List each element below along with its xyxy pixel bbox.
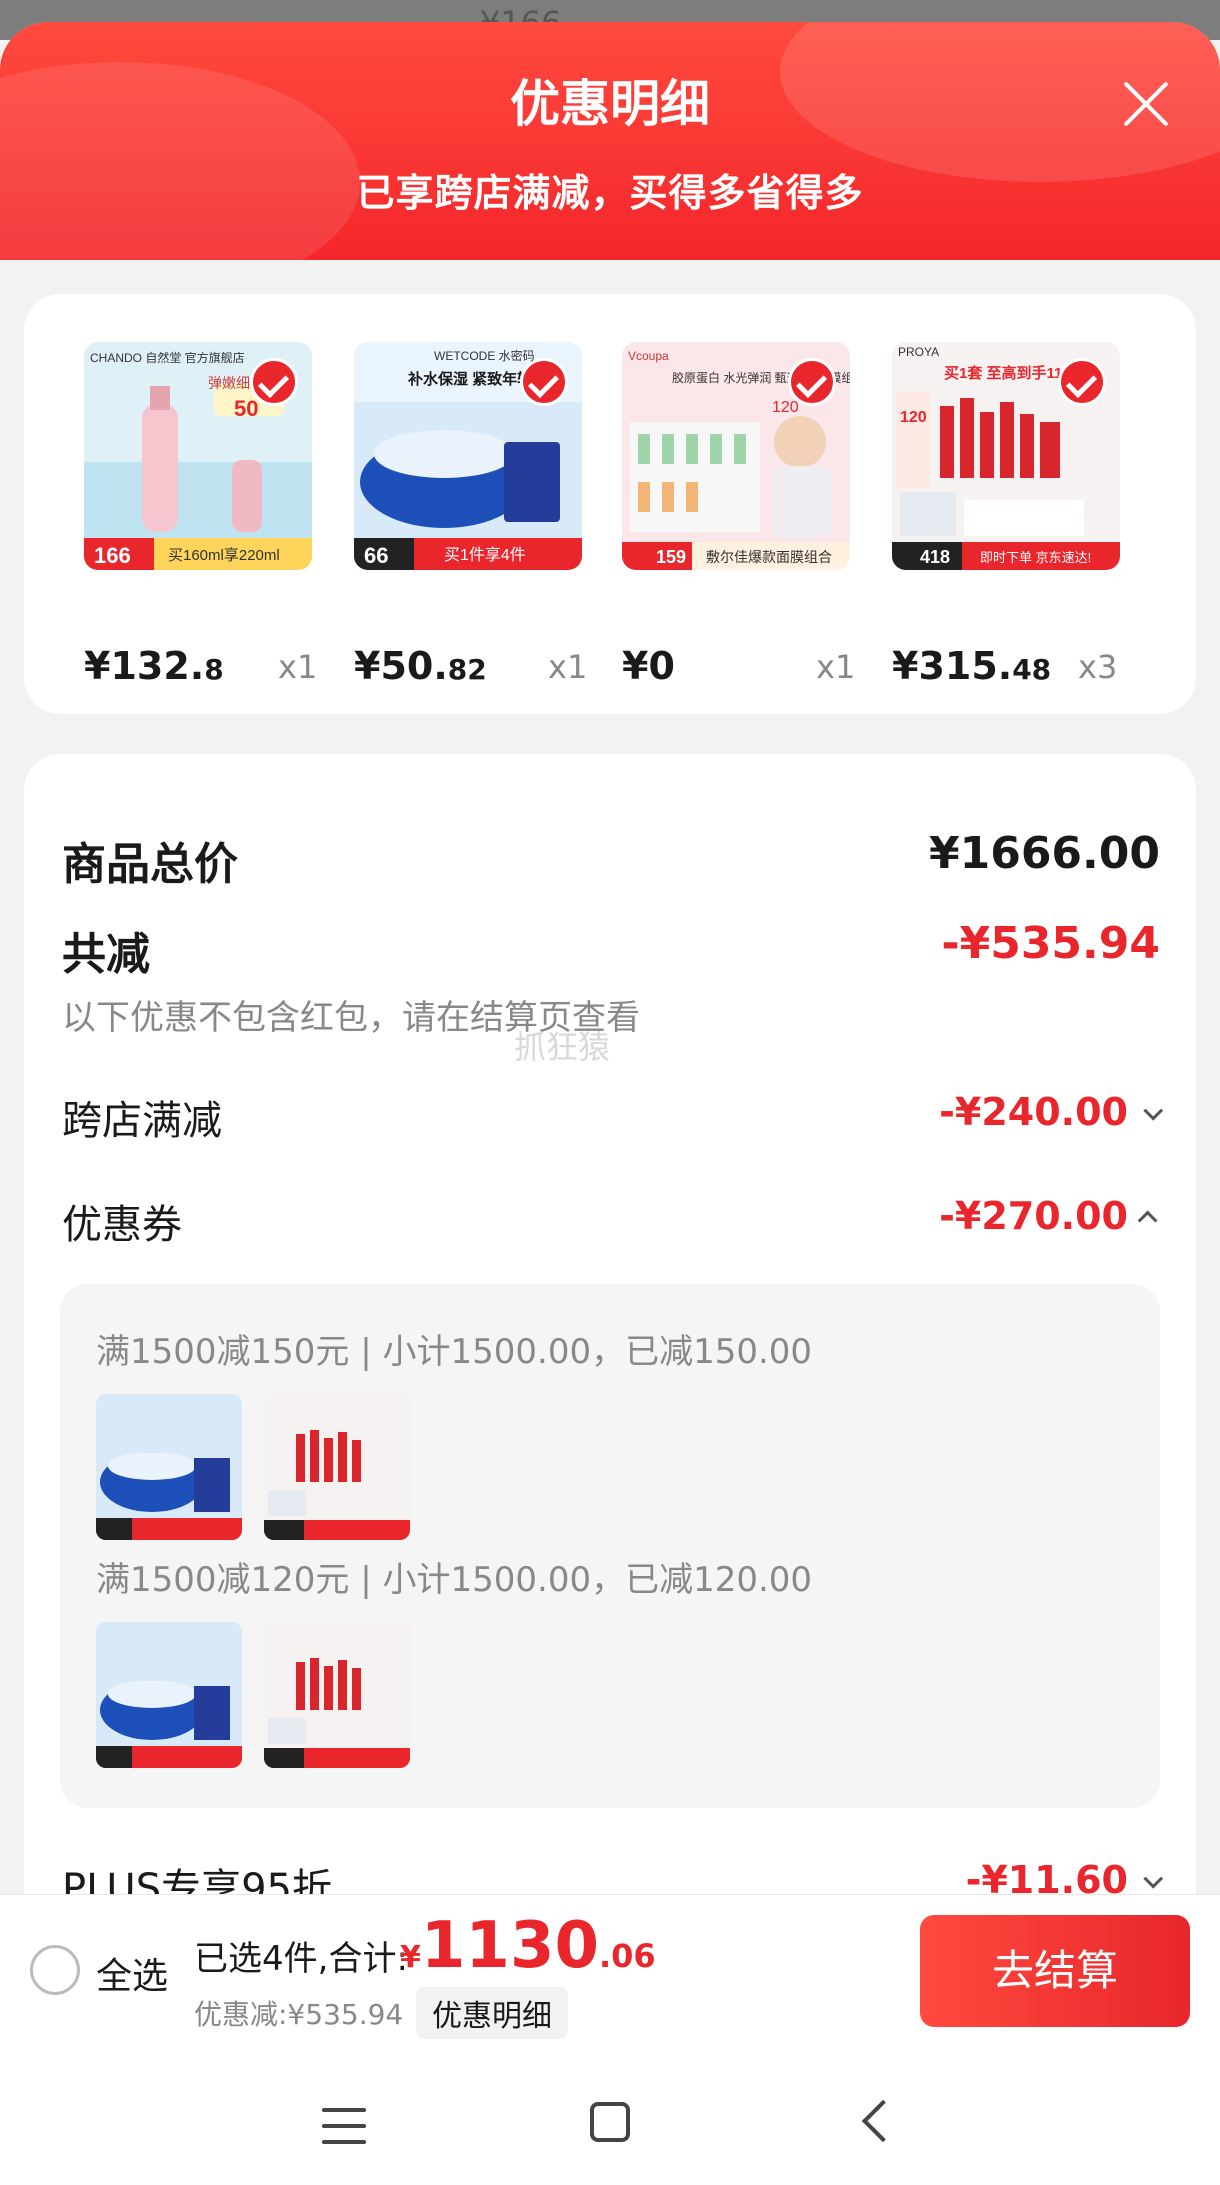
price-main: ¥0 xyxy=(622,644,675,688)
product-qty: x1 xyxy=(816,648,856,686)
product-badge-text: 敷尔佳爆款面膜组合 xyxy=(706,549,832,565)
check-icon[interactable] xyxy=(520,358,568,406)
chevron-down-icon[interactable] xyxy=(1143,1100,1164,1121)
product-brand: WETCODE 水密码 xyxy=(434,348,535,363)
product-chip: 120 xyxy=(772,399,799,416)
price-decimal: 8 xyxy=(204,653,224,686)
product-badge: 66 xyxy=(364,543,388,568)
discount-detail-sheet: 优惠明细 已享跨店满减，买得多省得多 CHANDO 自然堂 官方旗舰店 弹嫩细致… xyxy=(0,22,1220,2185)
cross-store-label[interactable]: 跨店满减 xyxy=(62,1088,222,1146)
product-chip: 50 xyxy=(234,396,258,421)
product-badge: 159 xyxy=(656,547,686,567)
coupon-product-thumbnail xyxy=(264,1394,410,1540)
total-price-value: ¥1666.00 xyxy=(928,828,1160,879)
coupon-label[interactable]: 优惠券 xyxy=(62,1192,182,1250)
coupon-product-thumbnail xyxy=(96,1622,242,1768)
discount-detail-button[interactable]: 优惠明细 xyxy=(416,1987,568,2039)
close-icon[interactable] xyxy=(1120,78,1172,130)
select-all-radio[interactable] xyxy=(30,1945,80,1995)
product-qty: x3 xyxy=(1078,648,1118,686)
product-badge-text: 买1件享4件 xyxy=(444,546,526,564)
price-decimal: 48 xyxy=(1012,653,1052,686)
product-brand: PROYA xyxy=(898,345,939,359)
price-decimal: 82 xyxy=(447,653,487,686)
check-icon[interactable] xyxy=(1058,358,1106,406)
check-icon[interactable] xyxy=(250,358,298,406)
coupon-product-thumbnail xyxy=(264,1622,410,1768)
product-thumbnail[interactable]: CHANDO 自然堂 官方旗舰店 弹嫩细致 50 166 买160ml享220m… xyxy=(84,342,312,570)
product-price: ¥0 xyxy=(622,644,675,688)
discount-summary-card: 商品总价 ¥1666.00 共减 -¥535.94 以下优惠不包含红包，请在结算… xyxy=(24,754,1196,2054)
checkout-button[interactable]: 去结算 xyxy=(920,1915,1190,2027)
total-price-label: 商品总价 xyxy=(62,839,238,890)
cross-store-value: -¥240.00 xyxy=(939,1090,1128,1134)
price-main: ¥315. xyxy=(892,644,1013,688)
product-badge: 166 xyxy=(94,543,131,568)
product-thumbnail[interactable]: WETCODE 水密码 补水保湿 紧致年轻 66 买1件享4件 xyxy=(354,342,582,570)
coupon-detail-panel: 满1500减150元 | 小计1500.00，已减150.00 满1500减12… xyxy=(60,1284,1160,1808)
watermark: 抓狂猿 xyxy=(514,1028,611,1066)
total-reduce-label: 共减 xyxy=(62,929,150,980)
coupon-value: -¥270.00 xyxy=(939,1194,1128,1238)
product-qty: x1 xyxy=(278,648,318,686)
coupon-rule: 满1500减150元 | 小计1500.00，已减150.00 xyxy=(96,1332,813,1372)
sheet-header: 优惠明细 已享跨店满减，买得多省得多 xyxy=(0,22,1220,260)
product-badge: 418 xyxy=(920,547,950,567)
product-qty: x1 xyxy=(548,648,588,686)
selected-count: 已选4件,合计: xyxy=(194,1939,408,1979)
product-list-card: CHANDO 自然堂 官方旗舰店 弹嫩细致 50 166 买160ml享220m… xyxy=(24,294,1196,714)
home-icon[interactable] xyxy=(590,2102,630,2142)
sheet-subtitle: 已享跨店满减，买得多省得多 xyxy=(356,171,864,215)
product-thumbnail[interactable]: PROYA 买1套 至高到手11件 120 418 即时下单 京东速达! xyxy=(892,342,1120,570)
product-chip: 120 xyxy=(900,409,927,426)
menu-icon[interactable] xyxy=(322,2108,366,2144)
back-icon[interactable] xyxy=(861,2099,905,2143)
product-tagline: 补水保湿 紧致年轻 xyxy=(407,370,532,388)
coupon-row[interactable]: -¥270.00 xyxy=(939,1194,1158,1238)
system-nav-bar xyxy=(0,2044,1220,2185)
total-currency: ¥ xyxy=(400,1940,421,1975)
total-decimal: .06 xyxy=(599,1937,656,1975)
check-icon[interactable] xyxy=(788,358,836,406)
product-badge-text: 买160ml享220ml xyxy=(168,547,280,564)
product-badge-text: 即时下单 京东速达! xyxy=(980,550,1091,565)
select-all-label[interactable]: 全选 xyxy=(96,1947,168,1999)
price-main: ¥50. xyxy=(354,644,448,688)
grand-total: ¥1130.06 xyxy=(400,1909,656,1983)
product-price: ¥132.8 xyxy=(84,644,224,688)
chevron-down-icon[interactable] xyxy=(1143,1868,1164,1889)
cross-store-row[interactable]: -¥240.00 xyxy=(939,1090,1164,1134)
price-main: ¥132. xyxy=(84,644,205,688)
checkout-bar: 全选 已选4件,合计: ¥1130.06 优惠减:¥535.94 优惠明细 去结… xyxy=(0,1894,1220,2044)
product-brand: CHANDO 自然堂 官方旗舰店 xyxy=(90,350,245,365)
product-thumbnail[interactable]: Vcoupa 胶原蛋白 水光弹润 甄选6片面膜组合 120 159 敷尔佳爆款面… xyxy=(622,342,850,570)
coupon-product-thumbnail xyxy=(96,1394,242,1540)
total-reduce-value: -¥535.94 xyxy=(941,918,1160,969)
total-integer: 1130 xyxy=(420,1909,599,1983)
product-price: ¥50.82 xyxy=(354,644,487,688)
chevron-up-icon[interactable] xyxy=(1137,1210,1158,1230)
sheet-title: 优惠明细 xyxy=(510,75,710,133)
product-brand: Vcoupa xyxy=(628,349,669,363)
product-price: ¥315.48 xyxy=(892,644,1051,688)
coupon-rule: 满1500减120元 | 小计1500.00，已减120.00 xyxy=(96,1560,813,1600)
saved-amount: 优惠减:¥535.94 xyxy=(194,1998,404,2031)
